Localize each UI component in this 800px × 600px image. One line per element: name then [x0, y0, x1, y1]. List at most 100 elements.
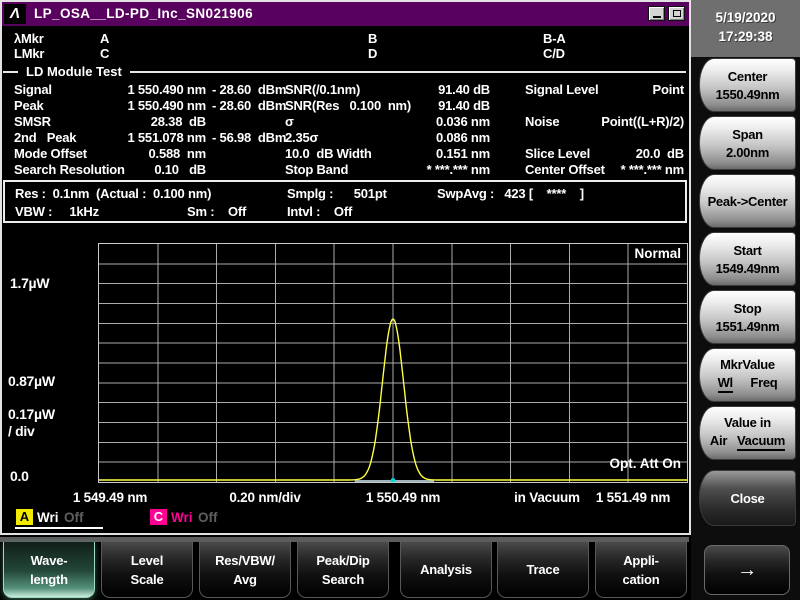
fnkey-label: Peak->Center	[707, 193, 788, 209]
tab-application[interactable]: Appli-cation	[595, 542, 687, 598]
meas-value: 1 550.490 nm	[127, 98, 206, 113]
marker-a-label: A	[100, 31, 110, 46]
meas-label: 2.35σ	[285, 130, 319, 145]
tab-wavelength[interactable]: Wave-length	[3, 542, 95, 598]
fnkey-label: Start	[733, 242, 762, 258]
maximize-icon	[672, 10, 681, 17]
minimize-button[interactable]	[648, 6, 665, 21]
fnkey-close[interactable]: Close	[699, 470, 796, 526]
tab-label: length	[30, 571, 68, 587]
level-marker-label: LMkr	[14, 46, 45, 61]
anritsu-logo-icon: Λ	[4, 4, 26, 24]
lambda-marker-label: λMkr	[14, 31, 44, 46]
tab-label: Scale	[130, 571, 164, 587]
meas-label: 10.0 dB Width	[285, 146, 372, 161]
x-axis-scale-label: 0.20 nm/div	[229, 490, 301, 505]
fnkey-start[interactable]: Start 1549.49nm	[699, 232, 796, 286]
fnkey-label: Center	[727, 68, 768, 84]
interval-setting: Intvl : Off	[287, 204, 353, 219]
fnkey-peak-to-center[interactable]: Peak->Center	[699, 174, 796, 228]
trace-a-status: Off	[64, 510, 84, 525]
fnkey-label: MkrValue	[720, 357, 775, 372]
fnkey-value: 2.00nm	[725, 144, 769, 160]
fnkey-label: Value in	[724, 415, 771, 430]
y-axis-label: 1.7µW	[10, 275, 50, 291]
meas-value: * ***.*** nm	[620, 162, 685, 177]
tab-label: Avg	[233, 571, 257, 587]
tab-level-scale[interactable]: Level Scale	[101, 542, 193, 598]
date-text: 5/19/2020	[715, 10, 776, 25]
osa-application-window: Λ LP_OSA__LD-PD_Inc_SN021906 λMkr A B B-…	[0, 0, 800, 600]
value-in-air-option[interactable]: Air	[710, 433, 727, 451]
meas-value: 28.38 dB	[150, 114, 206, 129]
spectrum-plot: Normal Opt. Att On	[98, 243, 688, 483]
tab-more-arrow[interactable]: →	[704, 545, 790, 595]
fnkey-label: Stop	[733, 300, 762, 316]
fnkey-span[interactable]: Span 2.00nm	[699, 116, 796, 170]
meas-label: Signal	[14, 82, 52, 97]
sweep-settings-box: Res : 0.1nm (Actual : 0.100 nm) Smplg : …	[3, 180, 687, 223]
analysis-section-title: LD Module Test	[18, 64, 130, 79]
active-trace-underline	[15, 527, 103, 529]
x-axis-center-label: 1 550.49 nm	[365, 490, 441, 505]
marker-c-label: C	[100, 46, 110, 61]
tab-label: Trace	[526, 562, 560, 577]
meas-label: Noise	[525, 114, 560, 129]
tab-res-vbw-avg[interactable]: Res/VBW/Avg	[199, 542, 291, 598]
fnkey-stop[interactable]: Stop 1551.49nm	[699, 290, 796, 344]
fnkey-marker-value[interactable]: MkrValue Wl Freq	[699, 348, 796, 402]
tab-label: Analysis	[420, 562, 472, 577]
tab-label: Wave-	[30, 552, 68, 568]
meas-value: * ***.*** nm	[426, 162, 491, 177]
optical-attenuator-annotation: Opt. Att On	[609, 456, 681, 471]
fnkey-value: 1550.49nm	[715, 86, 780, 102]
title-bar: Λ LP_OSA__LD-PD_Inc_SN021906	[2, 2, 689, 26]
marker-b-label: B	[368, 31, 378, 46]
trace-mode-annotation: Normal	[634, 246, 681, 261]
meas-value: 91.40 dB	[438, 98, 490, 113]
value-in-vacuum-option[interactable]: Vacuum	[737, 433, 785, 451]
x-axis-start-label: 1 549.49 nm	[72, 490, 148, 505]
meas-label: SMSR	[14, 114, 51, 129]
meas-value: Point((L+R)/2)	[601, 114, 684, 129]
tab-peak-dip-search[interactable]: Peak/Dip Search	[297, 542, 389, 598]
tab-label: Res/VBW/	[215, 552, 275, 568]
tab-label: Level	[130, 552, 164, 568]
meas-value: 0.086 nm	[435, 130, 490, 145]
trace-c-write-mode: Wri	[171, 510, 193, 525]
meas-label: SNR(/0.1nm)	[285, 82, 361, 97]
y-axis-label: / div	[8, 423, 35, 439]
resolution-setting: Res : 0.1nm (Actual : 0.100 nm)	[15, 186, 212, 201]
vbw-setting: VBW : 1kHz	[15, 204, 99, 219]
maximize-button[interactable]	[668, 6, 685, 21]
meas-value: 0.588 nm	[148, 146, 207, 161]
meas-value: 1 550.490 nm	[127, 82, 206, 97]
trace-c-status: Off	[198, 510, 218, 525]
tab-analysis[interactable]: Analysis	[400, 542, 492, 598]
y-axis-label: 0.87µW	[8, 373, 55, 389]
meas-label: σ	[285, 114, 294, 129]
fnkey-value: 1551.49nm	[715, 318, 780, 334]
meas-value: 91.40 dB	[438, 82, 490, 97]
tab-label: Appli-	[623, 552, 659, 568]
mkrvalue-wl-option[interactable]: Wl	[717, 375, 733, 393]
marker-cd-label: C/D	[543, 46, 565, 61]
meas-value: - 56.98 dBm	[212, 130, 287, 145]
mkrvalue-freq-option[interactable]: Freq	[750, 375, 777, 393]
tab-trace[interactable]: Trace	[497, 542, 589, 598]
meas-value: 1 551.078 nm	[127, 130, 206, 145]
meas-value: Point	[652, 82, 685, 97]
fnkey-center[interactable]: Center 1550.49nm	[699, 58, 796, 112]
tab-label: cation	[622, 571, 660, 587]
sampling-setting: Smplg : 501pt	[287, 186, 387, 201]
x-axis-stop-label: 1 551.49 nm	[595, 490, 671, 505]
smooth-setting: Sm : Off	[187, 204, 247, 219]
window-controls	[648, 6, 685, 21]
trace-a-write-mode: Wri	[37, 510, 59, 525]
sweep-average-setting: SwpAvg : 423 [ **** ]	[437, 186, 584, 201]
fnkey-value-in[interactable]: Value in Air Vacuum	[699, 406, 796, 460]
meas-value: 20.0 dB	[635, 146, 684, 161]
meas-value: 0.10 dB	[154, 162, 206, 177]
right-arrow-icon: →	[737, 558, 757, 581]
meas-value: - 28.60 dBm	[212, 98, 287, 113]
